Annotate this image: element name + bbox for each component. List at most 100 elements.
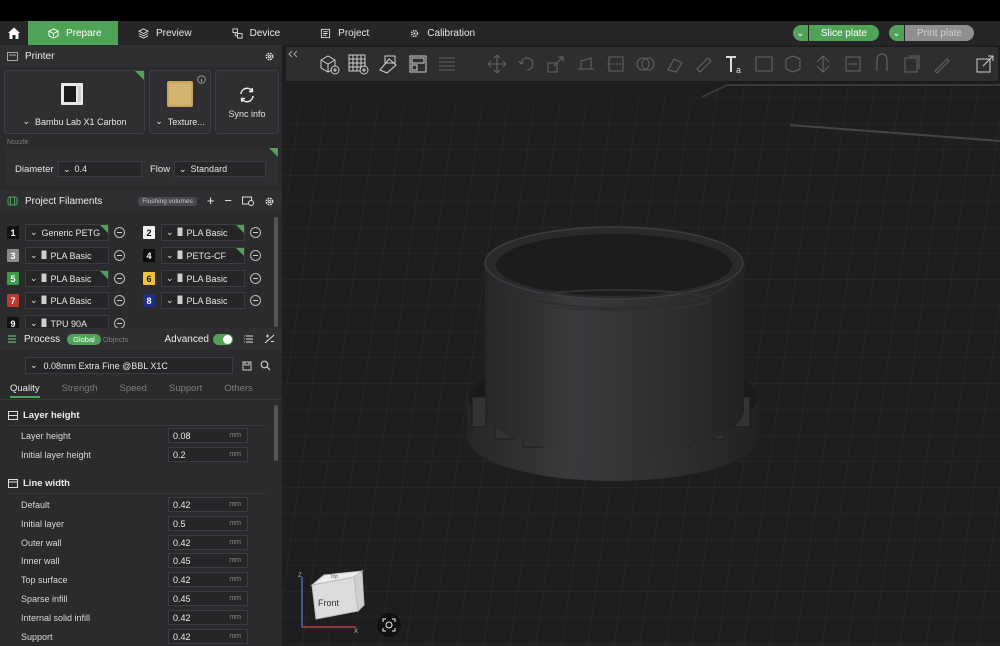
view-settings-button[interactable] xyxy=(972,51,998,77)
tab-strength[interactable]: Strength xyxy=(62,383,98,398)
scale-button[interactable] xyxy=(543,51,569,77)
global-toggle[interactable]: Global xyxy=(67,333,101,345)
flushing-volumes-button[interactable]: Flushing volumes xyxy=(138,196,197,206)
filament-select[interactable]: ⌄ █ PETG-CF xyxy=(161,247,245,264)
filament-color-swatch[interactable]: 2 xyxy=(143,226,155,239)
filament-color-swatch[interactable]: 5 xyxy=(7,272,19,285)
tab-others[interactable]: Others xyxy=(224,383,253,398)
tab-prepare[interactable]: Prepare xyxy=(28,21,118,45)
process-preset-select[interactable]: ⌄ 0.08mm Extra Fine @BBL X1C xyxy=(25,357,233,374)
chevron-down-icon[interactable]: ⌄ xyxy=(792,25,808,41)
remove-filament-icon[interactable] xyxy=(250,273,261,284)
slice-plate-button[interactable]: ⌄ Slice plate xyxy=(792,25,879,41)
text-icon: a xyxy=(726,56,741,75)
text-tool-button[interactable]: a xyxy=(721,51,747,77)
remove-filament-icon[interactable] xyxy=(250,295,261,306)
auto-orient-button[interactable] xyxy=(375,51,401,77)
initial-layer-width-input[interactable]: 0.5 mm xyxy=(168,516,248,531)
filament-color-swatch[interactable]: 1 xyxy=(7,226,19,239)
remove-filament-icon[interactable] xyxy=(250,227,261,238)
group-title: Line width xyxy=(23,478,70,489)
filament-color-swatch[interactable]: 8 xyxy=(143,294,155,307)
measure-button[interactable] xyxy=(751,51,777,77)
tab-support[interactable]: Support xyxy=(169,383,202,398)
compare-icon[interactable] xyxy=(264,334,275,344)
filament-select[interactable]: ⌄ █ PLA Basic xyxy=(25,270,109,287)
print-plate-button[interactable]: ⌄ Print plate xyxy=(888,25,974,41)
support-width-input[interactable]: 0.42 mm xyxy=(168,629,248,644)
view-cube[interactable]: Front Top Z X xyxy=(296,569,376,646)
add-icon[interactable]: + xyxy=(207,194,215,207)
plate-select-card[interactable]: ⌄ Texture... xyxy=(149,70,211,134)
inner-wall-width-input[interactable]: 0.45 mm xyxy=(168,553,248,568)
top-surface-width-input[interactable]: 0.42 mm xyxy=(168,572,248,587)
diameter-select[interactable]: ⌄ 0.4 xyxy=(58,161,142,177)
filament-color-swatch[interactable]: 3 xyxy=(7,249,19,262)
variable-layer-button[interactable] xyxy=(810,51,836,77)
initial-layer-height-input[interactable]: 0.2 mm xyxy=(168,447,248,462)
filament-select[interactable]: ⌄ █ PLA Basic xyxy=(161,224,245,241)
arrange-button[interactable] xyxy=(405,51,431,77)
objects-toggle[interactable]: Objects xyxy=(103,335,128,344)
paint-button[interactable] xyxy=(929,51,955,77)
tab-preview[interactable]: Preview xyxy=(118,21,212,45)
remove-filament-icon[interactable] xyxy=(114,250,125,261)
gear-icon[interactable] xyxy=(264,196,275,207)
filament-select[interactable]: ⌄ █ PLA Basic xyxy=(161,270,245,287)
filament-scrollbar[interactable] xyxy=(274,217,278,327)
simplify-button[interactable] xyxy=(899,51,925,77)
gear-icon[interactable] xyxy=(264,51,275,62)
split-button[interactable] xyxy=(435,51,461,77)
process-scrollbar[interactable] xyxy=(274,405,278,461)
filament-select[interactable]: ⌄ █ PLA Basic xyxy=(161,292,245,309)
chevron-down-icon[interactable]: ⌄ xyxy=(888,25,904,41)
add-object-button[interactable] xyxy=(316,51,342,77)
outer-wall-width-input[interactable]: 0.42 mm xyxy=(168,535,248,550)
remove-filament-icon[interactable] xyxy=(114,227,125,238)
filament-select[interactable]: ⌄ Generic PETG xyxy=(25,224,109,241)
cut-button[interactable] xyxy=(603,51,629,77)
tab-quality[interactable]: Quality xyxy=(10,383,40,398)
remove-filament-icon[interactable] xyxy=(250,250,261,261)
brim-ears-button[interactable] xyxy=(870,51,896,77)
search-icon[interactable] xyxy=(260,360,271,371)
list-icon[interactable] xyxy=(243,334,254,344)
filament-color-swatch[interactable]: 4 xyxy=(143,249,155,262)
internal-solid-infill-width-input[interactable]: 0.42 mm xyxy=(168,610,248,625)
printer-select-card[interactable]: ⌄ Bambu Lab X1 Carbon xyxy=(4,70,145,134)
remove-filament-icon[interactable] xyxy=(114,295,125,306)
remove-filament-icon[interactable] xyxy=(114,273,125,284)
tab-calibration[interactable]: Calibration xyxy=(389,21,495,45)
tab-project[interactable]: Project xyxy=(300,21,389,45)
filament-color-swatch[interactable]: 7 xyxy=(7,294,19,307)
seam-paint-button[interactable] xyxy=(692,51,718,77)
filament-select[interactable]: ⌄ █ PLA Basic xyxy=(25,247,109,264)
tab-device[interactable]: Device xyxy=(212,21,301,45)
info-icon[interactable] xyxy=(197,75,206,84)
advanced-switch[interactable] xyxy=(213,333,233,345)
add-plate-button[interactable] xyxy=(346,51,372,77)
home-button[interactable] xyxy=(0,21,28,45)
param-unit: mm xyxy=(229,595,241,602)
3d-viewport[interactable]: a Front Top Z X xyxy=(282,45,1000,646)
mesh-boolean-button[interactable] xyxy=(632,51,658,77)
tab-speed[interactable]: Speed xyxy=(120,383,147,398)
sync-filament-icon[interactable] xyxy=(242,196,254,206)
layer-height-input[interactable]: 0.08 mm xyxy=(168,428,248,443)
save-icon[interactable] xyxy=(242,361,252,371)
sync-info-button[interactable]: Sync info xyxy=(215,70,279,134)
assembly-button[interactable] xyxy=(781,51,807,77)
filament-color-swatch[interactable]: 6 xyxy=(143,272,155,285)
move-button[interactable] xyxy=(484,51,510,77)
flow-select[interactable]: ⌄ Standard xyxy=(174,161,266,177)
rotate-button[interactable] xyxy=(514,51,540,77)
filament-select[interactable]: ⌄ █ PLA Basic xyxy=(25,292,109,309)
collapse-sidebar-icon[interactable] xyxy=(288,49,298,59)
default-width-input[interactable]: 0.42 mm xyxy=(168,497,248,512)
lay-on-face-button[interactable] xyxy=(573,51,599,77)
remove-icon[interactable]: − xyxy=(224,194,232,207)
fit-view-button[interactable] xyxy=(377,613,401,637)
emboss-button[interactable] xyxy=(840,51,866,77)
support-paint-button[interactable] xyxy=(662,51,688,77)
sparse-infill-width-input[interactable]: 0.45 mm xyxy=(168,591,248,606)
